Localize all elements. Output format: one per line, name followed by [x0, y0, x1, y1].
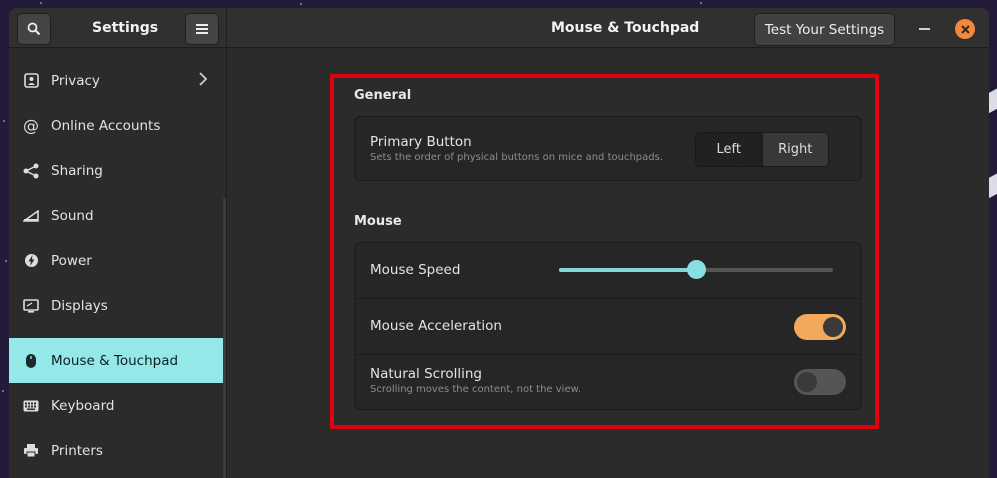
- sidebar-item-sound[interactable]: Sound: [9, 193, 226, 238]
- close-button[interactable]: [955, 19, 975, 39]
- sidebar-item-privacy[interactable]: Privacy: [9, 58, 226, 103]
- share-icon: [23, 163, 39, 179]
- sidebar-item-label: Keyboard: [51, 397, 115, 414]
- toggle-knob: [823, 317, 843, 337]
- section-title-general: General: [354, 88, 412, 103]
- page-title: Mouse & Touchpad: [551, 20, 700, 36]
- mouse-card: Mouse Speed Mouse Acceleration Natural S…: [354, 242, 862, 410]
- sidebar-item-label: Displays: [51, 297, 108, 314]
- natural-scrolling-toggle[interactable]: [794, 369, 846, 395]
- at-icon: @: [23, 116, 39, 135]
- settings-window: Settings Mouse & Touchpad Test Your Sett…: [9, 8, 989, 478]
- toggle-knob: [797, 372, 817, 392]
- sidebar-scrollbar[interactable]: [223, 198, 226, 478]
- sidebar-item-label: Online Accounts: [51, 117, 161, 134]
- menu-button[interactable]: [185, 13, 219, 45]
- sidebar-item-mouse-touchpad[interactable]: Mouse & Touchpad: [9, 338, 226, 383]
- keyboard-icon: [23, 398, 39, 414]
- search-icon: [27, 22, 41, 36]
- power-icon: [23, 253, 39, 269]
- slider-knob[interactable]: [687, 260, 706, 279]
- mouse-acceleration-toggle[interactable]: [794, 314, 846, 340]
- mouse-speed-row: Mouse Speed: [355, 243, 861, 298]
- hamburger-menu-icon: [196, 24, 208, 34]
- mouse-speed-slider[interactable]: [559, 260, 833, 279]
- sidebar: Privacy @ Online Accounts Sharing Sound: [9, 48, 227, 478]
- chevron-right-icon: [199, 71, 208, 90]
- right-option[interactable]: Right: [762, 133, 828, 166]
- close-icon: [960, 24, 970, 34]
- slider-fill: [559, 268, 696, 272]
- sidebar-item-displays[interactable]: Displays: [9, 283, 226, 328]
- sound-icon: [23, 208, 39, 224]
- primary-button-label: Primary Button: [370, 134, 472, 150]
- minimize-icon[interactable]: [919, 28, 930, 30]
- left-option[interactable]: Left: [696, 133, 762, 166]
- header-bar: Settings Mouse & Touchpad Test Your Sett…: [9, 8, 989, 48]
- sidebar-item-label: Sharing: [51, 162, 103, 179]
- primary-button-row: Primary Button Sets the order of physica…: [355, 117, 861, 180]
- sidebar-item-power[interactable]: Power: [9, 238, 226, 283]
- mouse-acceleration-row: Mouse Acceleration: [355, 299, 861, 354]
- sidebar-item-label: Sound: [51, 207, 94, 224]
- search-button[interactable]: [17, 13, 51, 45]
- mouse-speed-label: Mouse Speed: [370, 262, 461, 278]
- general-card: Primary Button Sets the order of physica…: [354, 116, 862, 181]
- sidebar-item-label: Mouse & Touchpad: [51, 352, 179, 369]
- sidebar-item-label: Printers: [51, 442, 103, 459]
- display-icon: [23, 298, 39, 314]
- primary-button-description: Sets the order of physical buttons on mi…: [370, 152, 664, 163]
- printer-icon: [23, 443, 39, 459]
- sidebar-item-label: Power: [51, 252, 92, 269]
- sidebar-item-sharing[interactable]: Sharing: [9, 148, 226, 193]
- sidebar-item-keyboard[interactable]: Keyboard: [9, 383, 226, 428]
- sidebar-header: Settings: [9, 8, 227, 47]
- section-title-mouse: Mouse: [354, 214, 402, 229]
- sidebar-title: Settings: [92, 20, 159, 36]
- test-settings-button[interactable]: Test Your Settings: [754, 13, 895, 46]
- natural-scrolling-label: Natural Scrolling: [370, 366, 482, 382]
- natural-scrolling-description: Scrolling moves the content, not the vie…: [370, 384, 582, 395]
- privacy-icon: [23, 73, 39, 89]
- primary-button-selector: Left Right: [695, 132, 829, 167]
- mouse-icon: [23, 353, 39, 369]
- natural-scrolling-row: Natural Scrolling Scrolling moves the co…: [355, 355, 861, 409]
- sidebar-item-label: Privacy: [51, 72, 100, 89]
- main-content: General Primary Button Sets the order of…: [227, 48, 989, 478]
- sidebar-item-online-accounts[interactable]: @ Online Accounts: [9, 103, 226, 148]
- mouse-acceleration-label: Mouse Acceleration: [370, 318, 502, 334]
- sidebar-item-printers[interactable]: Printers: [9, 428, 226, 473]
